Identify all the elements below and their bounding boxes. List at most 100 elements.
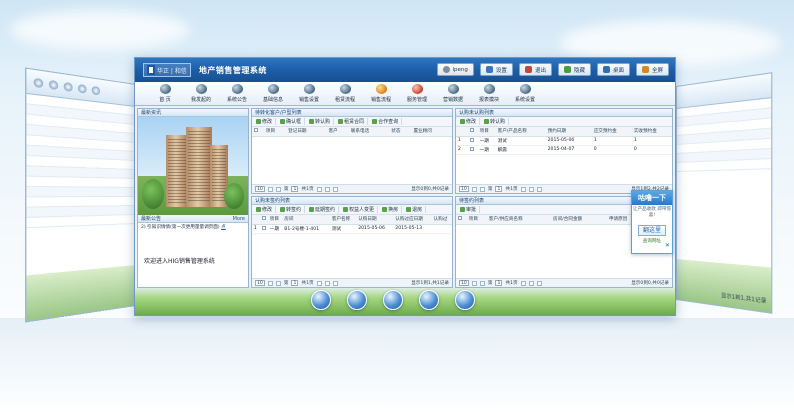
tool-swap[interactable]: 换房	[382, 206, 403, 213]
page-input[interactable]: 1	[291, 186, 299, 192]
tool-lease[interactable]: 租赁合同	[338, 118, 369, 125]
refresh-button[interactable]	[332, 280, 338, 286]
refresh-button[interactable]	[332, 186, 338, 192]
last-page-button[interactable]	[528, 280, 534, 286]
row-checkbox[interactable]	[260, 224, 268, 234]
row-checkbox[interactable]	[468, 145, 478, 155]
nav-item-sales-flow[interactable]: 销售流程	[363, 84, 399, 105]
page-input[interactable]: 1	[495, 186, 503, 192]
logo-text: 华正 | 和信	[157, 67, 187, 75]
globe-dock-icon[interactable]	[455, 290, 475, 310]
first-page-button[interactable]	[471, 186, 477, 192]
tool-return[interactable]: 退房	[406, 206, 427, 213]
next-page-button[interactable]	[316, 280, 322, 286]
tool-to-subscribe[interactable]: 转认购	[484, 118, 510, 125]
title-actions: lpeng 设置 退出 隐藏 桌面 全屏	[436, 63, 669, 76]
news-link[interactable]: 点	[221, 225, 226, 230]
more-link[interactable]: More	[233, 215, 245, 223]
next-page-button[interactable]	[316, 186, 322, 192]
col-check[interactable]	[252, 127, 264, 137]
col-check[interactable]	[468, 127, 478, 137]
tool-label: 合作查询	[378, 119, 399, 125]
cell-no: 1	[252, 224, 260, 234]
nav-item-announcements[interactable]: 系统公告	[219, 84, 255, 105]
nav-item-service[interactable]: 服务管理	[399, 84, 435, 105]
close-icon[interactable]: ✕	[665, 242, 670, 249]
tool-to-subscribe[interactable]: 转认购	[309, 118, 335, 125]
col-check[interactable]	[456, 215, 467, 225]
tool-approve[interactable]: 审批	[460, 206, 481, 213]
tool-label: 延期签约	[315, 207, 336, 213]
logout-button[interactable]: 退出	[518, 63, 552, 76]
prev-page-button[interactable]	[479, 186, 485, 192]
unconfirmed-panel: 认购未认购列表 修改 转认购 项目 客户/产品名称 预约日期 应交预约金 实收预…	[455, 108, 673, 194]
last-page-button[interactable]	[324, 186, 330, 192]
settings-button[interactable]: 设置	[479, 63, 513, 76]
tool-confirm[interactable]: 确认框	[280, 118, 306, 125]
first-page-button[interactable]	[267, 280, 273, 286]
tool-edit[interactable]: 修改	[460, 118, 481, 125]
nav-item-system-settings[interactable]: 系统设置	[507, 84, 543, 105]
tool-delay[interactable]: 延期签约	[309, 206, 340, 213]
nav-item-home[interactable]: 首 页	[147, 84, 183, 105]
next-page-button[interactable]	[520, 280, 526, 286]
welcome-text: 欢迎进入HIG销售管理系统	[144, 258, 215, 265]
col-header: 登记日期	[286, 127, 327, 137]
fullscreen-button[interactable]: 全屏	[635, 63, 669, 76]
nav-label: 销售流程	[370, 97, 391, 103]
owner-icon	[343, 207, 349, 212]
next-page-button[interactable]	[520, 186, 526, 192]
refresh-button[interactable]	[536, 280, 542, 286]
prev-page-button[interactable]	[275, 280, 281, 286]
nav-item-marketing-data[interactable]: 营销数据	[435, 84, 471, 105]
prev-page-button[interactable]	[275, 186, 281, 192]
desktop-button[interactable]: 桌面	[596, 63, 630, 76]
last-page-button[interactable]	[324, 280, 330, 286]
nav-item-reports[interactable]: 报表模块	[471, 84, 507, 105]
table-row[interactable]: 2 一期 解震 2015-04-07 0 0	[456, 145, 672, 155]
user-button[interactable]: lpeng	[436, 63, 474, 76]
tool-edit[interactable]: 修改	[256, 118, 277, 125]
folder-dock-icon[interactable]	[347, 290, 367, 310]
main-nav: 首 页 我发起的 系统公告 基础信息 销售设置 租赁流程 销售流程 服务管理 营…	[135, 82, 675, 106]
report-icon	[483, 84, 495, 94]
page-size-select[interactable]: 10	[255, 186, 265, 192]
hide-button[interactable]: 隐藏	[557, 63, 591, 76]
nav-item-lease-flow[interactable]: 租赁流程	[327, 84, 363, 105]
prev-page-button[interactable]	[479, 280, 485, 286]
cell-paid: 0	[631, 145, 672, 155]
home-dock-icon[interactable]	[311, 290, 331, 310]
first-page-button[interactable]	[471, 280, 477, 286]
nav-item-basic-info[interactable]: 基础信息	[255, 84, 291, 105]
ad-button[interactable]: 翻这里	[638, 225, 666, 236]
table-row[interactable]: 1 一期 测试 2015-05-06 1 1	[456, 136, 672, 146]
page-size-select[interactable]: 10	[459, 186, 469, 192]
folder-dock-icon[interactable]	[419, 290, 439, 310]
tool-to-sign[interactable]: 转签约	[280, 206, 306, 213]
cell-project: 一期	[267, 224, 283, 234]
col-header: 认购过	[431, 215, 452, 225]
tool-label: 权益人变更	[349, 207, 375, 213]
table-row[interactable]: 1 一期 B1-2号楼-1-401 测试 2015-05-06 2015-05-…	[252, 224, 452, 234]
col-check[interactable]	[260, 215, 268, 225]
news-item[interactable]: 2) 引知识情情(第一次更用量量调页面) 点	[138, 223, 248, 231]
last-page-button[interactable]	[528, 186, 534, 192]
row-checkbox[interactable]	[468, 136, 478, 146]
logout-label: 退出	[534, 67, 546, 74]
nav-item-initiated[interactable]: 我发起的	[183, 84, 219, 105]
folder-dock-icon[interactable]	[383, 290, 403, 310]
nav-item-sales-settings[interactable]: 销售设置	[291, 84, 327, 105]
tool-query[interactable]: 合作查询	[372, 118, 403, 125]
tool-owner-change[interactable]: 权益人变更	[343, 206, 379, 213]
cell-name: 测试	[495, 136, 546, 146]
query-icon	[372, 119, 378, 124]
tool-label: 修改	[262, 119, 273, 125]
pager-info: 显示0到0,共0记录	[411, 187, 449, 192]
tool-edit[interactable]: 修改	[256, 206, 277, 213]
col-header: 联系电话	[348, 127, 390, 137]
col-header: 预约日期	[545, 127, 592, 137]
confirm-icon	[280, 119, 286, 124]
user-name: lpeng	[452, 66, 468, 73]
refresh-button[interactable]	[536, 186, 542, 192]
first-page-button[interactable]	[267, 186, 273, 192]
